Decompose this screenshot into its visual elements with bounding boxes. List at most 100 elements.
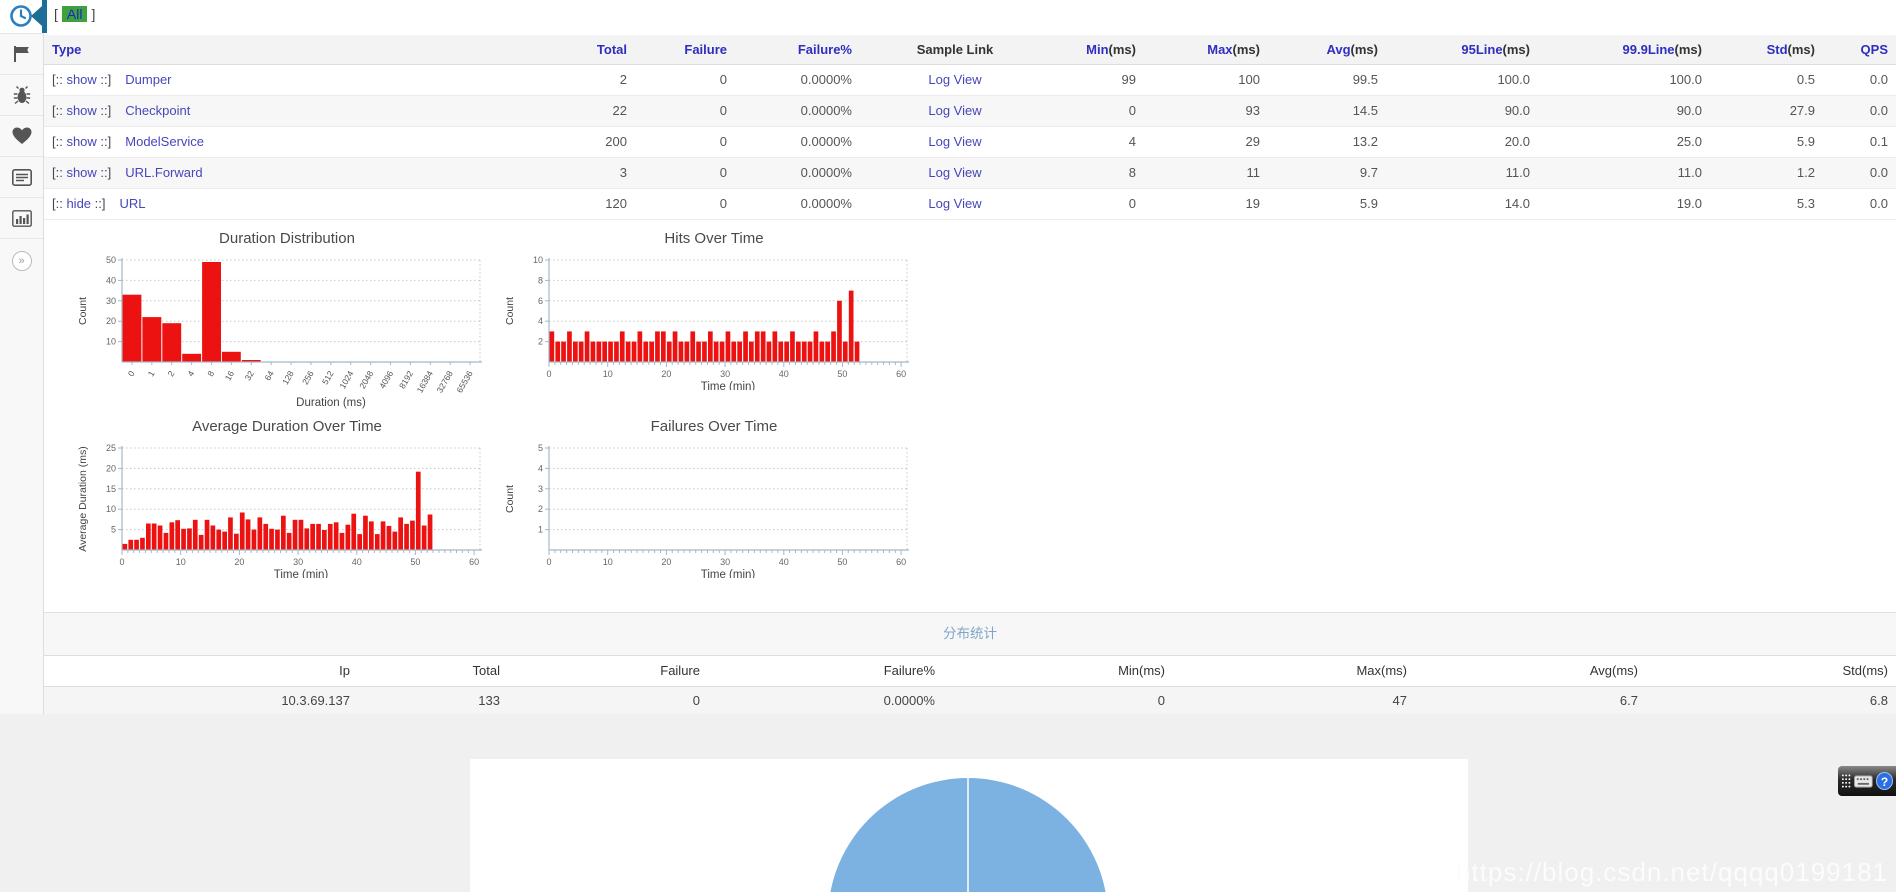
svg-text:Duration (ms): Duration (ms) [296,397,366,409]
toggle-show-urlforward[interactable]: show [66,165,96,180]
ime-toolbar[interactable]: ? [1838,766,1896,796]
toggle-show-modelservice[interactable]: show [66,134,96,149]
svg-text:10: 10 [106,504,116,514]
log-view-link[interactable]: Log View [928,72,981,87]
svg-text:20: 20 [661,369,671,379]
log-view-link[interactable]: Log View [928,165,981,180]
svg-text:30: 30 [293,557,303,567]
svg-text:1024: 1024 [337,368,355,390]
scope-bracket-open: [ [54,6,58,22]
distribution-section: 分布统计 Ip Total Failure Failure% Min(ms) M… [44,612,1896,716]
svg-text:1: 1 [538,524,543,534]
sort-max[interactable]: Max [1207,42,1232,57]
type-link-checkpoint[interactable]: Checkpoint [125,103,190,118]
type-summary-table: Type Total Failure Failure% Sample Link … [44,35,1896,220]
flag-icon [12,45,32,63]
dist-header-avg: Avg(ms) [1415,655,1646,686]
type-link-modelservice[interactable]: ModelService [125,134,204,149]
sort-avg[interactable]: Avg [1326,42,1350,57]
toggle-show-checkpoint[interactable]: show [66,103,96,118]
bug-icon [13,86,31,105]
header-sample-link: Sample Link [917,42,994,57]
svg-text:65536: 65536 [454,368,475,394]
svg-text:0: 0 [546,369,551,379]
svg-text:8192: 8192 [397,368,415,390]
svg-text:4: 4 [538,316,543,326]
table-row-checkpoint: [:: show ::]Checkpoint 22 0 0.0000% Log … [44,95,1896,126]
type-link-urlforward[interactable]: URL.Forward [125,165,202,180]
svg-text:40: 40 [106,275,116,285]
svg-text:4096: 4096 [377,368,395,390]
svg-text:10: 10 [603,557,613,567]
toggle-hide-url[interactable]: hide [66,196,91,211]
distribution-heading: 分布统计 [44,613,1896,655]
sidebar-item-flag[interactable] [0,34,43,75]
svg-text:128: 128 [280,368,296,386]
svg-text:Time (min): Time (min) [701,381,756,390]
help-button[interactable]: ? [1876,772,1893,790]
clock-icon[interactable] [9,4,33,28]
svg-text:6: 6 [538,295,543,305]
svg-text:20: 20 [106,463,116,473]
sidebar-item-bug[interactable] [0,75,43,116]
svg-text:20: 20 [234,557,244,567]
svg-text:10: 10 [106,336,116,346]
dist-header-failure: Failure [508,655,708,686]
svg-text:8: 8 [538,275,543,285]
sort-type[interactable]: Type [52,42,81,57]
sidebar-expand-button[interactable]: » [12,251,32,271]
svg-text:2: 2 [165,368,176,377]
dist-header-min: Min(ms) [943,655,1173,686]
sort-999line[interactable]: 99.9Line [1623,42,1675,57]
svg-text:10: 10 [533,255,543,265]
sidebar-item-report[interactable] [0,157,43,198]
dist-header-std: Std(ms) [1646,655,1896,686]
svg-text:15: 15 [106,483,116,493]
dist-header-max: Max(ms) [1173,655,1415,686]
svg-text:32: 32 [243,368,257,381]
svg-text:0: 0 [546,557,551,567]
chart-title: Hits Over Time [499,230,929,252]
svg-text:50: 50 [410,557,420,567]
log-view-link[interactable]: Log View [928,196,981,211]
table-row-url: [:: hide ::]URL 120 0 0.0000% Log View 0… [44,188,1896,219]
sidebar: » [0,33,44,714]
sort-total[interactable]: Total [597,42,627,57]
sort-95line[interactable]: 95Line [1461,42,1502,57]
sort-std[interactable]: Std [1767,42,1788,57]
average-duration-over-time-chart: Average Duration Over Time51015202501020… [72,418,502,583]
bar-chart-svg: 5101520250102030405060Time (min)Average … [72,440,502,578]
log-view-link[interactable]: Log View [928,103,981,118]
table-row-urlforward: [:: show ::]URL.Forward 3 0 0.0000% Log … [44,157,1896,188]
svg-text:50: 50 [106,255,116,265]
sidebar-item-chart[interactable] [0,198,43,239]
svg-text:5: 5 [111,524,116,534]
sort-qps[interactable]: QPS [1861,42,1888,57]
distribution-table: Ip Total Failure Failure% Min(ms) Max(ms… [44,655,1896,716]
distribution-data-row: 10.3.69.137 133 0 0.0000% 0 47 6.7 6.8 [44,686,1896,715]
svg-text:256: 256 [300,368,316,386]
svg-text:Time (min): Time (min) [274,569,329,578]
scope-bracket-close: ] [91,6,95,22]
svg-text:50: 50 [837,369,847,379]
svg-text:2: 2 [538,336,543,346]
chart-title: Average Duration Over Time [72,418,502,440]
sort-failure-pct[interactable]: Failure% [798,42,852,57]
type-link-url[interactable]: URL [119,196,145,211]
bar-chart-svg: 2468100102030405060Time (min)Count [499,252,929,390]
grip-icon [1841,773,1851,789]
type-link-dumper[interactable]: Dumper [125,72,171,87]
scope-selected-all[interactable]: All [62,6,88,22]
svg-text:5: 5 [538,443,543,453]
sort-failure[interactable]: Failure [684,42,727,57]
svg-text:4: 4 [185,368,196,377]
toggle-show-dumper[interactable]: show [66,72,96,87]
chart-title: Failures Over Time [499,418,929,440]
sidebar-item-heart[interactable] [0,116,43,157]
svg-text:Average Duration (ms): Average Duration (ms) [77,446,89,551]
sidebar-collapse-handle[interactable] [31,0,47,33]
sort-min[interactable]: Min [1086,42,1108,57]
svg-text:32768: 32768 [434,368,455,394]
dist-header-failure-pct: Failure% [708,655,943,686]
log-view-link[interactable]: Log View [928,134,981,149]
